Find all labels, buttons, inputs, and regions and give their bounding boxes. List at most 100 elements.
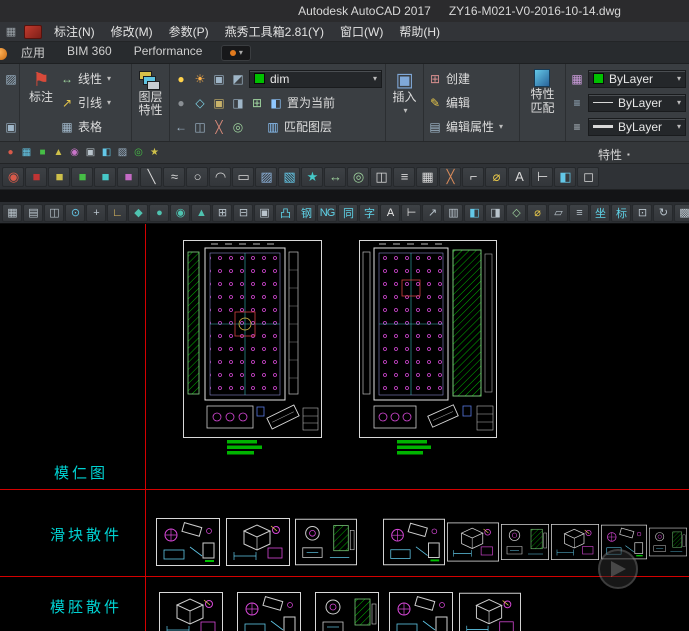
layer-combobox[interactable]: dim ▾ <box>249 69 382 88</box>
match-props-icon[interactable]: ◧ <box>554 166 576 187</box>
color-red-icon[interactable]: ■ <box>25 166 47 187</box>
yanxiu-label-icon[interactable]: 标 <box>611 203 631 222</box>
layer-freeze-icon[interactable]: ◇ <box>192 95 208 111</box>
properties-panel-title[interactable]: 特性 ▪ <box>598 146 630 163</box>
cropped-tool-icon[interactable]: ▣ <box>3 119 19 135</box>
match-layer-button[interactable]: ▥ 匹配图层 <box>265 118 332 135</box>
measure-geom-icon[interactable]: ⌀ <box>527 203 547 222</box>
regen-icon[interactable]: ↻ <box>653 203 673 222</box>
yanxiu-steel-icon[interactable]: 钢 <box>296 203 316 222</box>
osnap-star-icon[interactable]: ★ <box>301 166 323 187</box>
mold-core-drawing-left[interactable] <box>183 240 322 455</box>
color-magenta-icon[interactable]: ■ <box>117 166 139 187</box>
part-thumbnail[interactable] <box>314 592 380 631</box>
image-ref-icon[interactable]: ▣ <box>254 203 274 222</box>
layer-previous-icon[interactable]: ← <box>173 119 189 135</box>
pan-icon[interactable]: + <box>86 203 106 222</box>
draw-circle-icon[interactable]: ○ <box>186 166 208 187</box>
layer-thaw-sun-icon[interactable]: ☀ <box>192 71 208 87</box>
area-icon[interactable]: ▱ <box>548 203 568 222</box>
layer-properties-button[interactable]: 图层 特性 <box>138 67 163 117</box>
lineweight-combobox[interactable]: ByLayer ▾ <box>588 117 686 136</box>
hatch-icon[interactable]: ▨ <box>255 166 277 187</box>
part-thumbnail[interactable] <box>226 518 290 566</box>
layer-off-icon[interactable]: ◨ <box>485 203 505 222</box>
measure-icon[interactable]: ⌀ <box>485 166 507 187</box>
trim-icon[interactable]: ╳ <box>439 166 461 187</box>
viewport-icon[interactable]: ◫ <box>44 203 64 222</box>
leader-button[interactable]: ↗ 引线 ▾ <box>59 91 128 114</box>
menu-help[interactable]: 帮助(H) <box>391 21 448 42</box>
layer-lock2-icon[interactable]: ▣ <box>211 95 227 111</box>
array-icon[interactable]: ▦ <box>416 166 438 187</box>
menu-yanxiu-toolbox[interactable]: 燕秀工具箱2.81(Y) <box>217 21 332 42</box>
label-slider-parts[interactable]: 滑块散件 <box>50 524 122 545</box>
linear-dim-button[interactable]: ↔ 线性 ▾ <box>59 67 128 90</box>
part-thumbnail[interactable] <box>155 518 221 566</box>
part-thumbnail[interactable] <box>389 592 453 631</box>
layer-new-icon[interactable]: ⊞ <box>249 95 265 111</box>
dimension-big-button[interactable]: ⚑ 标注 <box>23 67 59 104</box>
layer-walk-icon[interactable]: ◎ <box>230 119 246 135</box>
edit-attributes-button[interactable]: ▤ 编辑属性 ▾ <box>427 115 516 138</box>
table-style-icon[interactable]: ▥ <box>443 203 463 222</box>
toolbar-options-dropdown[interactable]: ▾ <box>221 44 252 61</box>
text-icon[interactable]: A <box>508 166 530 187</box>
list-icon[interactable]: ≡ <box>569 203 589 222</box>
yanxiu-ng-icon[interactable]: NG <box>317 203 337 222</box>
color-cyan-icon[interactable]: ■ <box>94 166 116 187</box>
mirror-icon[interactable]: ◫ <box>370 166 392 187</box>
dock-osnap-icon[interactable]: ◉ <box>66 145 82 161</box>
label-moldbase-parts[interactable]: 模胚散件 <box>50 596 122 617</box>
layer-on-bulb-icon[interactable]: ● <box>173 71 189 87</box>
dock-otrack-icon[interactable]: ▣ <box>82 145 98 161</box>
layer-lock-icon[interactable]: ▣ <box>211 71 227 87</box>
mleader-icon[interactable]: ↗ <box>422 203 442 222</box>
tab-performance[interactable]: Performance <box>123 41 214 64</box>
part-thumbnail[interactable] <box>501 523 549 561</box>
fillet-icon[interactable]: ⌐ <box>462 166 484 187</box>
dock-model-icon[interactable]: ◎ <box>130 145 146 161</box>
menu-window[interactable]: 窗口(W) <box>332 21 391 42</box>
yanxiu-coord-icon[interactable]: 坐 <box>590 203 610 222</box>
layer-plot-icon[interactable]: ◨ <box>230 95 246 111</box>
match-properties-button[interactable]: 特性 匹配 <box>530 67 555 115</box>
yanxiu-same-icon[interactable]: 同 <box>338 203 358 222</box>
draw-rect-icon[interactable]: ▭ <box>232 166 254 187</box>
set-current-button[interactable]: ◧ 置为当前 <box>268 94 335 111</box>
point-style-icon[interactable]: ◉ <box>2 166 24 187</box>
sphere-icon[interactable]: ◉ <box>170 203 190 222</box>
label-mold-core[interactable]: 模仁图 <box>54 462 108 483</box>
draw-arc-icon[interactable]: ◠ <box>209 166 231 187</box>
table-button[interactable]: ▦ 表格 <box>59 115 128 138</box>
dock-dyninput-icon[interactable]: ◧ <box>98 145 114 161</box>
yanxiu-text-icon[interactable]: 字 <box>359 203 379 222</box>
bom-bars[interactable] <box>227 440 262 455</box>
block-icon[interactable]: ⊞ <box>212 203 232 222</box>
dim-style-icon[interactable]: ⊢ <box>401 203 421 222</box>
menu-annotate[interactable]: 标注(N) <box>46 21 103 42</box>
drawing-canvas-svg[interactable] <box>0 224 689 631</box>
part-thumbnail[interactable] <box>383 518 445 566</box>
moldbase-parts-row[interactable] <box>158 592 521 631</box>
wedge-icon[interactable]: ▲ <box>191 203 211 222</box>
part-thumbnail[interactable] <box>649 527 687 557</box>
rotate-icon[interactable]: ◎ <box>347 166 369 187</box>
color-green-icon[interactable]: ■ <box>71 166 93 187</box>
named-view-icon[interactable]: ▤ <box>23 203 43 222</box>
layer-isolate-icon[interactable]: ◩ <box>230 71 246 87</box>
purge-icon[interactable]: ⊡ <box>632 203 652 222</box>
cylinder-icon[interactable]: ● <box>149 203 169 222</box>
part-thumbnail[interactable] <box>236 592 302 631</box>
menu-modify[interactable]: 修改(M) <box>103 21 161 42</box>
model-space-canvas[interactable]: 模仁图 滑块散件 模胚散件 <box>0 224 689 631</box>
grid-snap-icon[interactable]: ▩ <box>674 203 689 222</box>
part-thumbnail[interactable] <box>551 523 599 561</box>
dock-annoscale-icon[interactable]: ★ <box>146 145 162 161</box>
create-block-button[interactable]: ⊞ 创建 <box>427 67 516 90</box>
edit-block-button[interactable]: ✎ 编辑 <box>427 91 516 114</box>
bom-bars[interactable] <box>397 440 431 455</box>
menu-parametric[interactable]: 参数(P) <box>161 21 217 42</box>
layer-isolate-icon[interactable]: ◧ <box>464 203 484 222</box>
tab-app[interactable]: 应用 <box>10 41 56 64</box>
